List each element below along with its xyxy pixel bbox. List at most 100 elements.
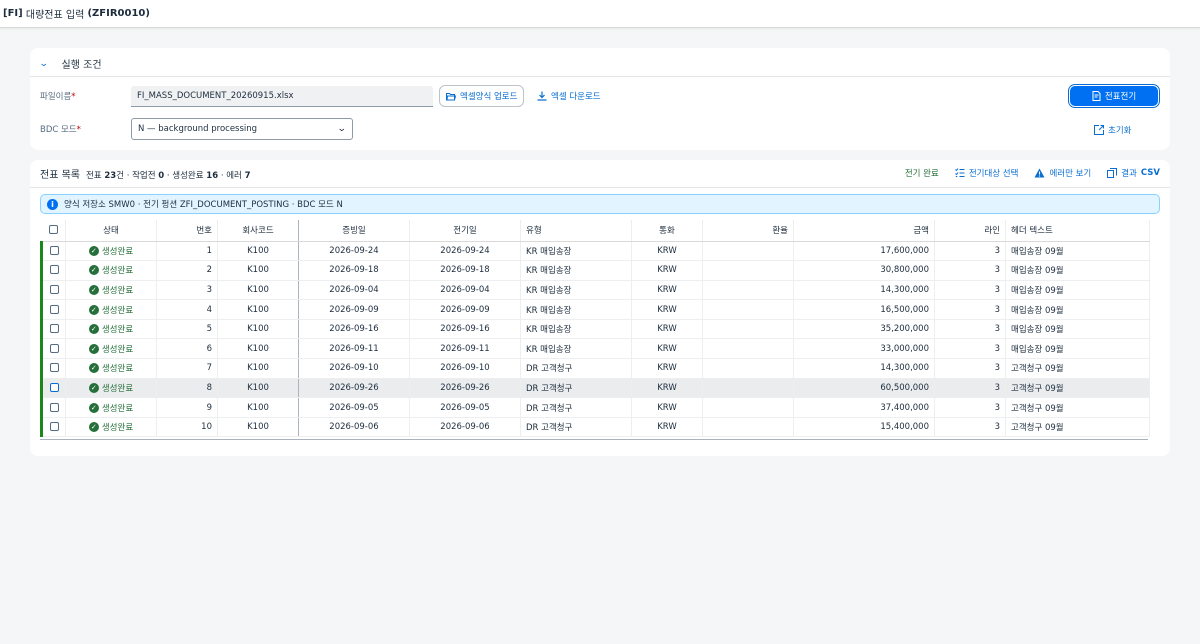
- header-text: 매입송장 09월: [1005, 280, 1150, 301]
- header-text: 매입송장 09월: [1005, 338, 1150, 360]
- row-select-cell[interactable]: [40, 378, 66, 399]
- summary-pending-label: 건 · 작업전: [116, 171, 156, 181]
- success-check-icon: ✓: [88, 245, 99, 256]
- row-checkbox[interactable]: [49, 343, 59, 353]
- document-date: 2026-09-26: [298, 378, 410, 399]
- column-header-amount[interactable]: 금액: [793, 220, 935, 242]
- company-code: K100: [217, 319, 299, 340]
- column-header-header-text[interactable]: 헤더 텍스트: [1005, 220, 1150, 242]
- row-select-cell[interactable]: [40, 417, 66, 438]
- row-number: 4: [156, 299, 218, 320]
- row-select-cell[interactable]: [40, 397, 66, 418]
- row-checkbox[interactable]: [49, 284, 59, 294]
- amount: 16,500,000: [793, 299, 935, 320]
- company-code: K100: [217, 299, 299, 320]
- file-name-field[interactable]: FI_MASS_DOCUMENT_20260915.xlsx: [131, 86, 433, 107]
- status-text: 생성완료: [101, 285, 134, 296]
- posting-done-label: 전기 완료: [904, 169, 939, 179]
- row-number: 8: [156, 378, 218, 399]
- conditions-header[interactable]: ⌄ 실행 조건: [39, 56, 102, 72]
- chevron-down-icon[interactable]: ⌄: [337, 124, 347, 134]
- program-code: (ZFIR0010): [87, 8, 150, 19]
- exchange-rate: [702, 338, 794, 360]
- column-header-company[interactable]: 회사코드: [217, 220, 299, 242]
- row-checkbox[interactable]: [49, 363, 59, 373]
- success-check-icon: ✓: [88, 304, 99, 315]
- currency: KRW: [631, 299, 703, 320]
- post-documents-button[interactable]: 전표전기: [1070, 86, 1158, 106]
- exchange-rate: [702, 397, 794, 418]
- exchange-rate: [702, 299, 794, 320]
- company-code: K100: [217, 378, 299, 399]
- table-row[interactable]: ✓ 생성완료 8 K100 2026-09-26 2026-09-26 DR 고객청구 KRW…: [40, 378, 1150, 399]
- row-select-cell[interactable]: [40, 260, 66, 281]
- success-check-icon: ✓: [88, 324, 99, 335]
- row-select-cell[interactable]: [40, 319, 66, 340]
- table-bottom-border: [40, 439, 1148, 440]
- row-select-cell[interactable]: [40, 280, 66, 301]
- bdc-mode-select[interactable]: N — background processing ⌄: [131, 118, 353, 140]
- document-type: KR 매입송장: [520, 299, 632, 320]
- row-number: 5: [156, 319, 218, 340]
- row-checkbox[interactable]: [49, 422, 59, 432]
- row-checkbox[interactable]: [49, 402, 59, 412]
- posting-date: 2026-09-16: [409, 319, 521, 340]
- column-header-currency[interactable]: 통화: [631, 220, 703, 242]
- chevron-down-icon[interactable]: ⌄: [39, 59, 49, 69]
- column-header-no[interactable]: 번호: [156, 220, 218, 242]
- exchange-rate: [702, 241, 794, 262]
- table-row[interactable]: ✓ 생성완료 9 K100 2026-09-05 2026-09-05 DR 고객청구 KRW…: [40, 397, 1150, 418]
- download-excel-label: 엑셀 다운로드: [551, 92, 601, 102]
- company-code: K100: [217, 338, 299, 360]
- row-select-cell[interactable]: [40, 338, 66, 360]
- row-select-cell[interactable]: [40, 241, 66, 262]
- document-date: 2026-09-04: [298, 280, 410, 301]
- row-checkbox[interactable]: [49, 245, 59, 255]
- row-checkbox[interactable]: [49, 382, 59, 392]
- select-targets-button[interactable]: 전기대상 선택: [954, 167, 1018, 179]
- column-header-doc-date[interactable]: 증빙일: [298, 220, 410, 242]
- document-table: 상태 번호 회사코드 증빙일 전기일 유형 통화 환율 금액 라인 헤더 텍스트…: [40, 220, 1150, 438]
- header-text: 고객청구 09월: [1005, 378, 1150, 399]
- row-checkbox[interactable]: [49, 324, 59, 334]
- currency: KRW: [631, 338, 703, 360]
- currency: KRW: [631, 397, 703, 418]
- download-excel-button[interactable]: 엑셀 다운로드: [537, 90, 601, 102]
- status-text: 생성완료: [101, 266, 134, 277]
- column-header-lines[interactable]: 라인: [934, 220, 1006, 242]
- table-row[interactable]: ✓ 생성완료 4 K100 2026-09-09 2026-09-09 KR 매입송장 KRW…: [40, 299, 1150, 320]
- upload-template-button[interactable]: 엑셀양식 업로드: [439, 85, 525, 107]
- column-header-type[interactable]: 유형: [520, 220, 632, 242]
- amount: 35,200,000: [793, 319, 935, 340]
- select-all-checkbox[interactable]: [48, 225, 58, 235]
- posting-done-filter[interactable]: 전기 완료: [905, 167, 939, 179]
- status-badge: ✓ 생성완료: [88, 284, 134, 296]
- row-checkbox[interactable]: [49, 265, 59, 275]
- table-row[interactable]: ✓ 생성완료 6 K100 2026-09-11 2026-09-11 KR 매입송장 KRW…: [40, 338, 1150, 360]
- row-select-cell[interactable]: [40, 299, 66, 320]
- document-date: 2026-09-16: [298, 319, 410, 340]
- table-row[interactable]: ✓ 생성완료 5 K100 2026-09-16 2026-09-16 KR 매입송장 KRW…: [40, 319, 1150, 340]
- line-count: 3: [934, 319, 1006, 340]
- status-text: 생성완료: [101, 325, 134, 336]
- table-row[interactable]: ✓ 생성완료 2 K100 2026-09-18 2026-09-18 KR 매입송장 KRW…: [40, 260, 1150, 281]
- table-row[interactable]: ✓ 생성완료 7 K100 2026-09-10 2026-09-10 DR 고객청구 KRW…: [40, 358, 1150, 379]
- result-csv-button[interactable]: 결과 CSV: [1107, 167, 1160, 179]
- column-header-status[interactable]: 상태: [65, 220, 157, 242]
- company-code: K100: [217, 358, 299, 379]
- document-type: DR 고객청구: [520, 397, 632, 418]
- errors-only-button[interactable]: 에러만 보기: [1034, 167, 1091, 179]
- currency: KRW: [631, 358, 703, 379]
- row-checkbox[interactable]: [49, 304, 59, 314]
- table-row[interactable]: ✓ 생성완료 3 K100 2026-09-04 2026-09-04 KR 매입송장 KRW…: [40, 280, 1150, 301]
- company-code: K100: [217, 397, 299, 418]
- table-row[interactable]: ✓ 생성완료 10 K100 2026-09-06 2026-09-06 DR 고객청구 KR…: [40, 417, 1150, 438]
- column-header-rate[interactable]: 환율: [702, 220, 794, 242]
- row-select-cell[interactable]: [40, 358, 66, 379]
- column-header-post-date[interactable]: 전기일: [409, 220, 521, 242]
- select-all-cell[interactable]: [41, 220, 66, 242]
- reset-button[interactable]: 초기화: [1094, 124, 1131, 136]
- document-type: DR 고객청구: [520, 378, 632, 399]
- warning-icon: [1034, 168, 1045, 178]
- table-row[interactable]: ✓ 생성완료 1 K100 2026-09-24 2026-09-24 KR 매입송장 KRW…: [40, 241, 1150, 262]
